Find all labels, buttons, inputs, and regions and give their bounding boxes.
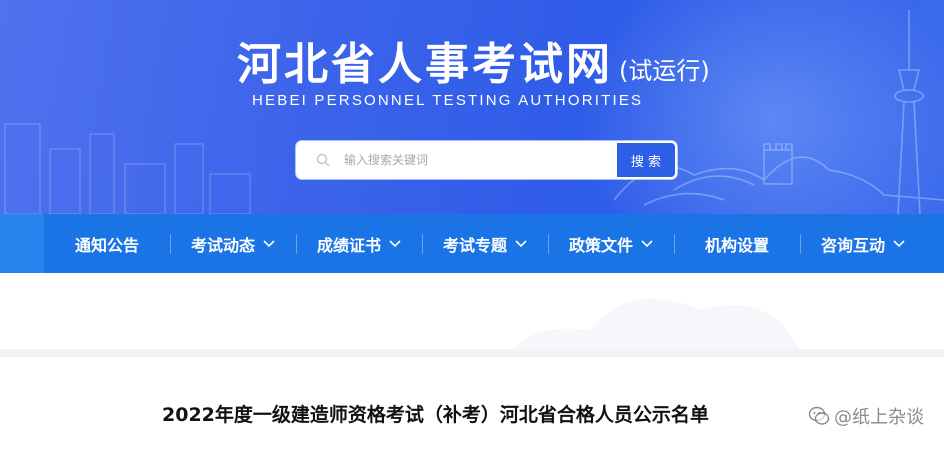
search-field[interactable] xyxy=(296,141,615,179)
nav-item-consultation[interactable]: 咨询互动 xyxy=(800,214,926,273)
chevron-down-icon xyxy=(515,239,527,247)
section-divider xyxy=(0,349,944,357)
chevron-down-icon xyxy=(389,239,401,247)
watermark: @纸上杂谈 xyxy=(808,403,924,429)
site-title-main: 河北省人事考试网 xyxy=(237,39,613,90)
chevron-down-icon xyxy=(263,239,275,247)
site-title: 河北省人事考试网 (试运行) xyxy=(237,34,710,96)
watermark-text: @纸上杂谈 xyxy=(834,407,924,428)
nav-menu: 通知公告 考试动态 成绩证书 考试专题 政策文件 机构设置 咨询互动 xyxy=(44,214,926,273)
nav-item-label: 考试动态 xyxy=(190,235,255,255)
wechat-icon xyxy=(808,406,830,425)
nav-item-policy-documents[interactable]: 政策文件 xyxy=(548,214,674,273)
search-icon xyxy=(316,153,330,167)
nav-item-notices[interactable]: 通知公告 xyxy=(44,214,170,273)
search-button[interactable]: 搜 索 xyxy=(615,141,677,179)
nav-item-label: 成绩证书 xyxy=(316,235,381,255)
city-skyline-left-decoration xyxy=(4,123,251,214)
main-navigation: 通知公告 考试动态 成绩证书 考试专题 政策文件 机构设置 咨询互动 xyxy=(0,214,944,273)
nav-item-exam-news[interactable]: 考试动态 xyxy=(170,214,296,273)
chevron-down-icon xyxy=(641,239,653,247)
nav-left-stub xyxy=(0,214,44,273)
nav-item-label: 通知公告 xyxy=(74,235,139,255)
tower-great-wall-decoration xyxy=(614,10,944,214)
site-subtitle: HEBEI PERSONNEL TESTING AUTHORITIES xyxy=(252,92,644,109)
header-banner: 河北省人事考试网 (试运行) HEBEI PERSONNEL TESTING A… xyxy=(0,0,944,214)
article-title: 2022年度一级建造师资格考试（补考）河北省合格人员公示名单 xyxy=(162,404,709,426)
search-input[interactable] xyxy=(344,153,594,167)
nav-item-label: 机构设置 xyxy=(704,235,769,255)
nav-item-exam-topics[interactable]: 考试专题 xyxy=(422,214,548,273)
nav-item-label: 咨询互动 xyxy=(820,235,885,255)
nav-item-label: 政策文件 xyxy=(568,235,633,255)
nav-item-scores-certificates[interactable]: 成绩证书 xyxy=(296,214,422,273)
nav-item-organization[interactable]: 机构设置 xyxy=(674,214,800,273)
search-bar: 搜 索 xyxy=(296,141,677,179)
chevron-down-icon xyxy=(893,239,905,247)
nav-item-label: 考试专题 xyxy=(442,235,507,255)
